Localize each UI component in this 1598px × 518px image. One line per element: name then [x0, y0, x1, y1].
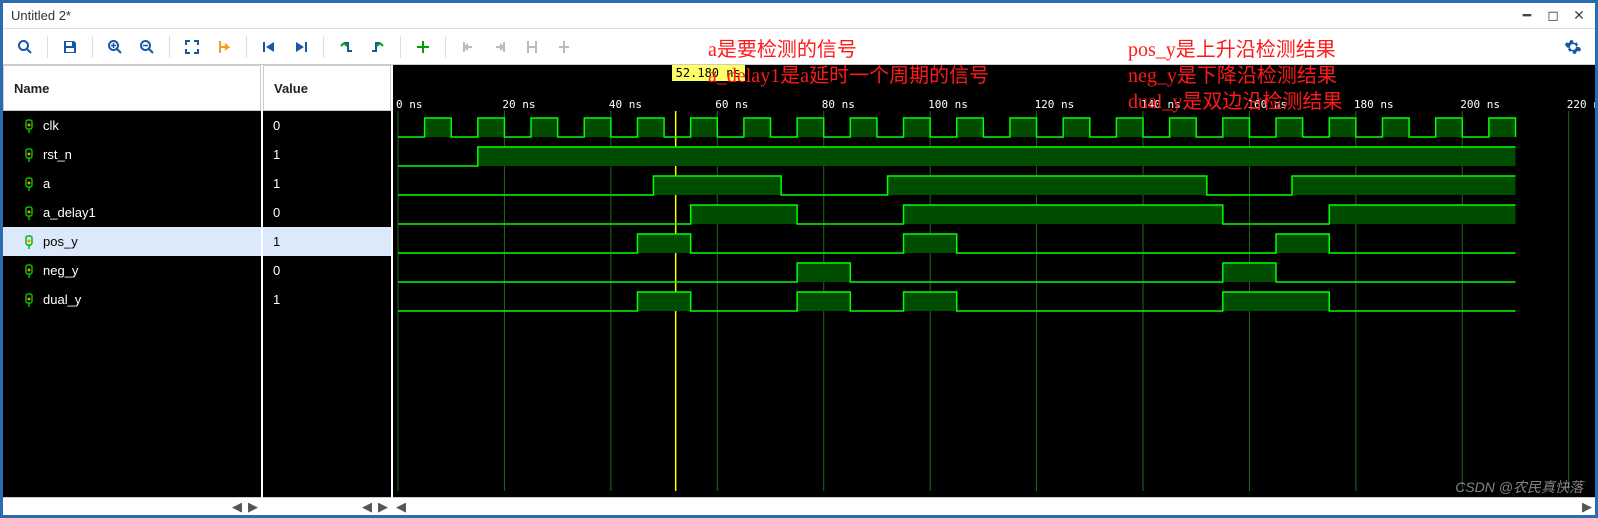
- wave-hscroll[interactable]: ◀ ▶: [393, 497, 1595, 515]
- goto-cursor-button[interactable]: [210, 33, 238, 61]
- name-hscroll[interactable]: ◀ ▶: [3, 497, 261, 515]
- settings-button[interactable]: [1559, 33, 1587, 61]
- signal-icon: [23, 177, 35, 191]
- signal-list[interactable]: clk rst_na a_delay1 pos_y neg_y dual_y: [3, 111, 261, 497]
- value-hscroll[interactable]: ◀ ▶: [263, 497, 391, 515]
- prev-marker-button[interactable]: [454, 33, 482, 61]
- value-header[interactable]: Value: [263, 65, 391, 111]
- zoom-out-button[interactable]: [133, 33, 161, 61]
- tick-label: 120 ns: [1035, 98, 1075, 111]
- signal-icon: [23, 119, 35, 133]
- zoom-fit-button[interactable]: [178, 33, 206, 61]
- value-row-clk[interactable]: 0: [263, 111, 391, 140]
- signal-row-a[interactable]: a: [3, 169, 261, 198]
- time-ruler[interactable]: 0 ns 20 ns 40 ns 60 ns 80 ns 100 ns 120 ns 140 …: [393, 93, 1595, 111]
- window-controls: ━ ◻ ✕: [1519, 8, 1587, 24]
- close-button[interactable]: ✕: [1571, 8, 1587, 24]
- tick-label: 140 ns: [1141, 98, 1181, 111]
- signal-row-neg_y[interactable]: neg_y: [3, 256, 261, 285]
- toolbar: [3, 29, 1595, 65]
- signal-icon: [23, 264, 35, 278]
- signal-name: a: [43, 176, 50, 191]
- signal-name: neg_y: [43, 263, 78, 278]
- title-bar: Untitled 2* ━ ◻ ✕: [3, 3, 1595, 29]
- save-button[interactable]: [56, 33, 84, 61]
- name-header[interactable]: Name: [3, 65, 261, 111]
- value-row-neg_y[interactable]: 0: [263, 256, 391, 285]
- signal-row-pos_y[interactable]: pos_y: [3, 227, 261, 256]
- tick-label: 20 ns: [502, 98, 535, 111]
- name-column: Name clk rst_na a_delay1 pos_y neg_y dual_y ◀…: [3, 65, 263, 515]
- signal-name: a_delay1: [43, 205, 96, 220]
- value-column: Value 0110101 ◀ ▶: [263, 65, 393, 515]
- signal-icon: [23, 235, 35, 249]
- swap-markers-button[interactable]: [518, 33, 546, 61]
- zoom-in-button[interactable]: [101, 33, 129, 61]
- value-list[interactable]: 0110101: [263, 111, 391, 497]
- signal-icon: [23, 148, 35, 162]
- signal-row-clk[interactable]: clk: [3, 111, 261, 140]
- window-title: Untitled 2*: [11, 8, 71, 23]
- signal-name: rst_n: [43, 147, 72, 162]
- value-row-dual_y[interactable]: 1: [263, 285, 391, 314]
- value-row-a[interactable]: 1: [263, 169, 391, 198]
- tick-label: 0 ns: [396, 98, 423, 111]
- maximize-button[interactable]: ◻: [1545, 8, 1561, 24]
- waveform-area[interactable]: 52.180 ns 0 ns 20 ns 40 ns 60 ns 80 ns 100 ns…: [393, 65, 1595, 515]
- value-row-rst_n[interactable]: 1: [263, 140, 391, 169]
- scroll-right-icon[interactable]: ▶: [1579, 499, 1595, 515]
- tick-label: 40 ns: [609, 98, 642, 111]
- tick-label: 60 ns: [715, 98, 748, 111]
- tick-label: 80 ns: [822, 98, 855, 111]
- go-start-button[interactable]: [255, 33, 283, 61]
- waveform-canvas[interactable]: [393, 111, 1595, 497]
- scroll-left-icon[interactable]: ◀: [229, 499, 245, 515]
- tick-label: 180 ns: [1354, 98, 1394, 111]
- tick-label: 100 ns: [928, 98, 968, 111]
- tick-label: 200 ns: [1460, 98, 1500, 111]
- delete-marker-button[interactable]: [550, 33, 578, 61]
- signal-row-dual_y[interactable]: dual_y: [3, 285, 261, 314]
- signal-row-rst_n[interactable]: rst_n: [3, 140, 261, 169]
- tick-label: 220 ns: [1567, 98, 1595, 111]
- scroll-right-icon[interactable]: ▶: [245, 499, 261, 515]
- minimize-button[interactable]: ━: [1519, 8, 1535, 24]
- cursor-time-label[interactable]: 52.180 ns: [672, 65, 745, 81]
- scroll-left-icon[interactable]: ◀: [393, 499, 409, 515]
- signal-name: pos_y: [43, 234, 78, 249]
- scroll-right-icon[interactable]: ▶: [375, 499, 391, 515]
- next-marker-button[interactable]: [486, 33, 514, 61]
- value-row-pos_y[interactable]: 1: [263, 227, 391, 256]
- signal-name: dual_y: [43, 292, 81, 307]
- value-row-a_delay1[interactable]: 0: [263, 198, 391, 227]
- go-end-button[interactable]: [287, 33, 315, 61]
- scroll-left-icon[interactable]: ◀: [359, 499, 375, 515]
- signal-row-a_delay1[interactable]: a_delay1: [3, 198, 261, 227]
- search-button[interactable]: [11, 33, 39, 61]
- signal-icon: [23, 206, 35, 220]
- tick-label: 160 ns: [1247, 98, 1287, 111]
- signal-name: clk: [43, 118, 59, 133]
- add-marker-button[interactable]: [409, 33, 437, 61]
- prev-transition-button[interactable]: [332, 33, 360, 61]
- next-transition-button[interactable]: [364, 33, 392, 61]
- signal-icon: [23, 293, 35, 307]
